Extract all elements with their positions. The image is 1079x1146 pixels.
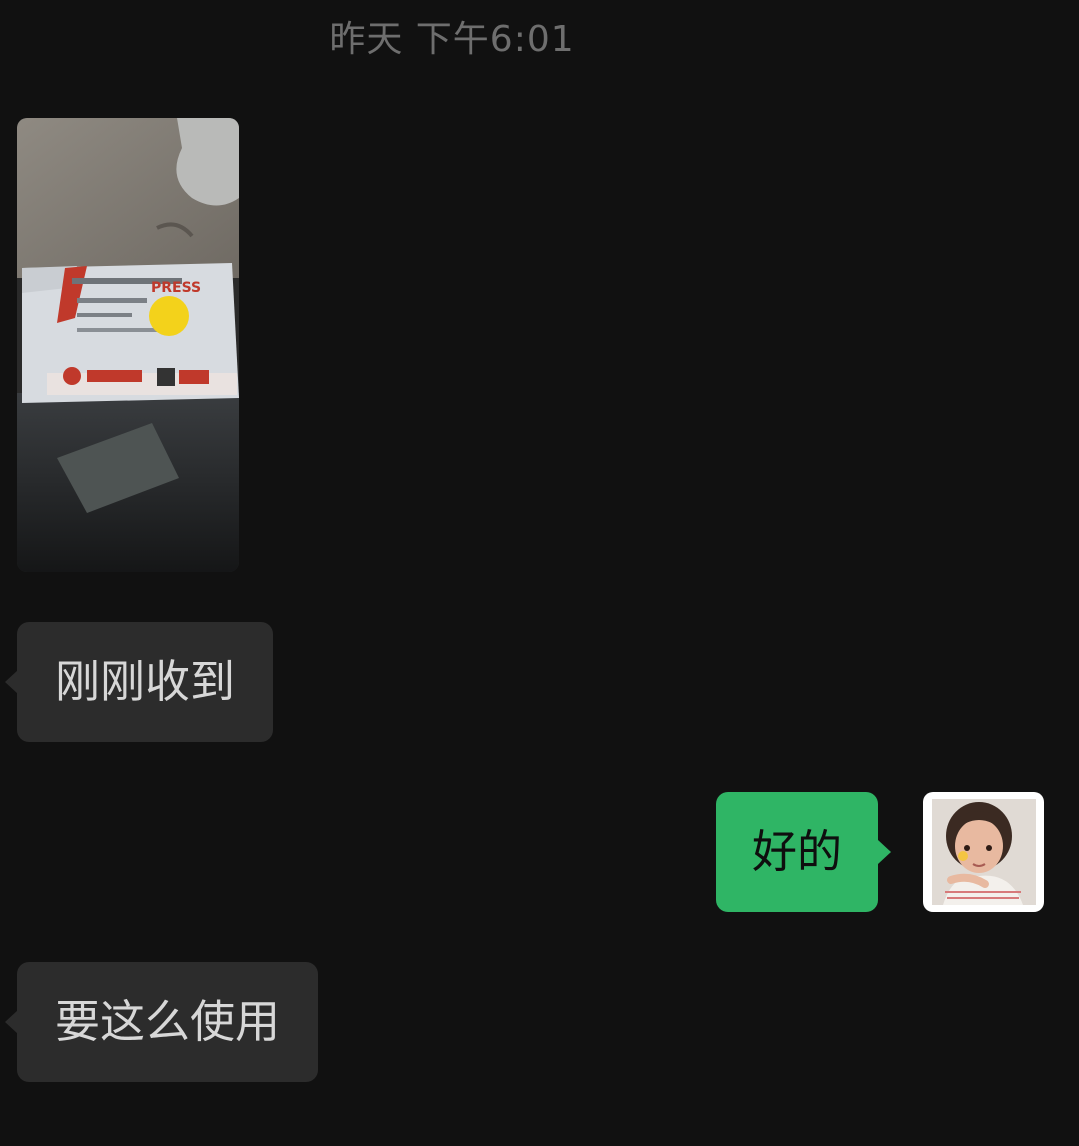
message-text: 要这么使用 [55,995,281,1048]
incoming-message-bubble[interactable]: 刚刚收到 [4,622,274,742]
parcel-photo-icon: PRESS [17,118,239,572]
user-avatar[interactable] [923,792,1044,912]
image-message-parcel-photo[interactable]: PRESS [17,118,239,572]
message-text: 好的 [752,825,843,878]
outgoing-message-bubble[interactable]: 好的 [716,792,892,912]
user-avatar-icon [932,799,1036,905]
incoming-message-bubble[interactable]: 要这么使用 [4,962,319,1082]
message-text: 刚刚收到 [55,655,236,708]
message-timestamp: 昨天 下午6:01 [329,19,575,60]
parcel-press-text: PRESS [151,280,201,296]
